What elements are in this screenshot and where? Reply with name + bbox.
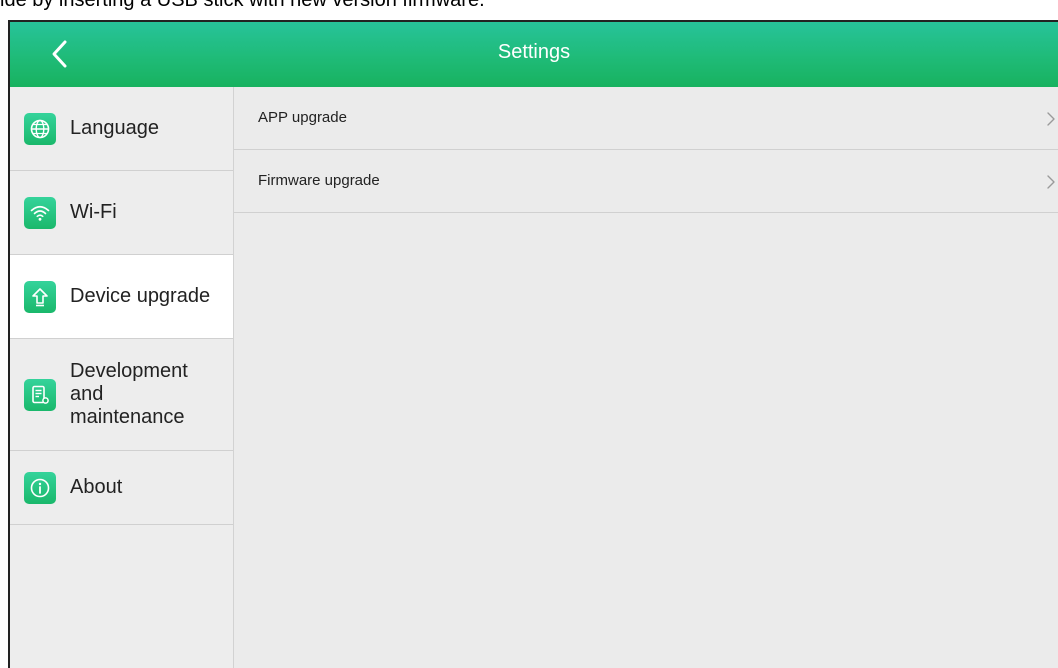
firmware-upgrade-row[interactable]: Firmware upgrade xyxy=(234,150,1058,213)
sidebar-item-language[interactable]: Language xyxy=(10,87,233,171)
back-button[interactable] xyxy=(40,34,80,74)
wifi-icon xyxy=(24,196,56,229)
page-title: Settings xyxy=(497,41,571,63)
chevron-right-icon xyxy=(1047,175,1055,189)
app-upgrade-row[interactable]: APP upgrade xyxy=(234,87,1058,150)
sidebar-item-label: Development and maintenance xyxy=(70,360,188,428)
info-icon xyxy=(24,471,56,504)
sidebar-item-label: Language xyxy=(70,117,159,139)
chevron-right-icon xyxy=(1047,112,1055,126)
document-caption: ide by inserting a USB stick with new ve… xyxy=(0,0,485,11)
globe-icon xyxy=(24,112,56,145)
device-screen: Settings Language Wi-Fi Device upgrade D… xyxy=(8,20,1058,668)
upload-arrow-icon xyxy=(24,280,56,313)
app-upgrade-label: APP upgrade xyxy=(258,109,347,126)
sidebar-item-label: Wi-Fi xyxy=(70,201,117,223)
sidebar-item-development-maintenance[interactable]: Development and maintenance xyxy=(10,339,233,451)
document-settings-icon xyxy=(24,378,56,411)
firmware-upgrade-label: Firmware upgrade xyxy=(258,172,380,189)
sidebar-item-label: About xyxy=(70,476,123,498)
sidebar: Language Wi-Fi Device upgrade Developmen… xyxy=(10,87,234,668)
title-bar: Settings xyxy=(10,22,1058,87)
chevron-left-icon xyxy=(52,40,67,68)
sidebar-item-wifi[interactable]: Wi-Fi xyxy=(10,171,233,255)
sidebar-item-device-upgrade[interactable]: Device upgrade xyxy=(10,255,233,339)
sidebar-item-label: Device upgrade xyxy=(70,285,211,307)
content-panel: APP upgrade Firmware upgrade xyxy=(234,87,1058,668)
sidebar-item-about[interactable]: About xyxy=(10,451,233,525)
